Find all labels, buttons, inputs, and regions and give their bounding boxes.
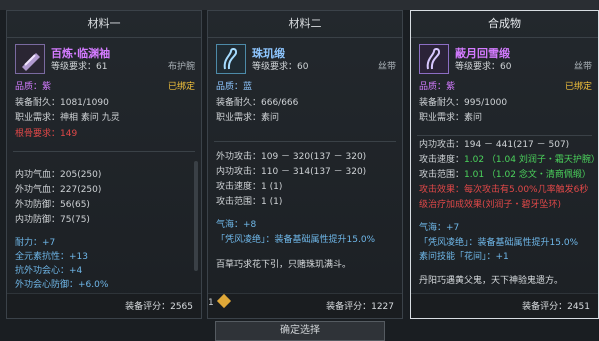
quality: 品质：紫 xyxy=(419,82,456,92)
quality: 品质：蓝 xyxy=(216,82,253,92)
stat-label: 外功防御： xyxy=(15,200,61,210)
item-meta: 等级要求：61 布护腕 xyxy=(51,61,195,73)
item-icon xyxy=(216,44,246,74)
material-one-panel: 材料一 百炼·临渊袖 等级要求：61 布护腕 品质：紫 已绑定 装备耐久：108… xyxy=(6,10,202,319)
scrollbar[interactable] xyxy=(194,161,198,271)
durability: 装备耐久：666/666 xyxy=(216,98,299,108)
stat-value: 75(75) xyxy=(60,215,90,225)
top-strip xyxy=(0,0,599,10)
bonus-stat: 气海：+7 xyxy=(419,223,460,233)
set-effect: 「凭风凌绝」：装备基础属性提升15.0% xyxy=(216,235,376,245)
item-icon xyxy=(419,44,449,74)
stat-row: 内功防御：75(75) xyxy=(15,214,195,226)
flavor-text: 百草巧求花下引，只赌珠玑满斗。 xyxy=(216,260,352,270)
bonus-stat: 抗外功会心：+4 xyxy=(15,266,83,276)
stat-label: 攻击速度： xyxy=(419,155,465,165)
root-requirement: 根骨要求：149 xyxy=(15,129,78,139)
stat-row: 攻击范围：1.01 （1.02 念文・清商佩缎） xyxy=(419,169,592,181)
panel-footer: 装备评分：2451 xyxy=(411,293,598,318)
item-meta: 等级要求：60 丝带 xyxy=(252,61,396,73)
bonus-stat: 外功会心防御：+6.0% xyxy=(15,280,109,290)
equipment-score: 装备评分：2451 xyxy=(522,302,590,312)
class-requirement: 职业需求：素问 xyxy=(216,113,280,123)
stat-label: 攻击速度： xyxy=(216,182,262,192)
item-name: 蔽月回雪缎 xyxy=(455,47,510,60)
stat-label: 攻击范围： xyxy=(216,197,262,207)
stat-row: 攻击范围：1 (1) xyxy=(216,196,396,208)
stat-row: 内功气血：205(250) xyxy=(15,169,195,181)
durability: 装备耐久：995/1000 xyxy=(419,98,508,108)
panel-title: 材料二 xyxy=(208,11,402,38)
stat-row: 攻击速度：1.02 （1.04 刘润子・霜天护腕） xyxy=(419,154,599,166)
confirm-selection-button[interactable]: 确定选择 xyxy=(215,321,385,341)
stat-label: 内功攻击： xyxy=(216,167,262,177)
bonus-stat: 气海：+8 xyxy=(216,220,257,230)
item-type: 丝带 xyxy=(573,62,592,72)
skill-bonus: 素问技能「花间」：+1 xyxy=(419,252,509,262)
ribbon-icon xyxy=(223,47,238,70)
bracer-icon xyxy=(22,53,40,71)
flavor-text: 丹阳巧遇黄父鬼，天下神验鬼遗方。 xyxy=(419,276,564,286)
stat-label: 内功防御： xyxy=(15,215,61,225)
durability: 装备耐久：1081/1090 xyxy=(15,98,109,108)
level-requirement: 等级要求：60 xyxy=(455,62,512,72)
stat-value: 227(250) xyxy=(60,185,102,195)
item-type: 丝带 xyxy=(377,62,396,72)
stat-label: 外功攻击： xyxy=(216,152,262,162)
bound-status: 已绑定 xyxy=(167,82,195,92)
quality-row: 品质：蓝 xyxy=(216,81,396,93)
stat-value: 1.02 （1.04 刘润子・霜天护腕） xyxy=(464,155,599,165)
attack-effect-detail: 级治疗加成效果(刘润子・碧牙坠环) xyxy=(419,200,562,210)
equipment-score: 装备评分：1227 xyxy=(326,302,394,312)
stat-value: 205(250) xyxy=(60,170,102,180)
item-type: 布护腕 xyxy=(167,62,195,72)
stat-value: 1 (1) xyxy=(261,197,283,207)
stat-row: 攻击速度：1 (1) xyxy=(216,181,396,193)
item-name: 百炼·临渊袖 xyxy=(51,47,111,60)
panel-footer: 装备评分：2565 xyxy=(7,293,201,318)
stat-value: 109 － 320(137 － 320) xyxy=(261,152,367,162)
stat-value: 1 (1) xyxy=(261,182,283,192)
stat-value: 1.01 （1.02 念文・清商佩缎） xyxy=(464,170,591,180)
item-icon xyxy=(15,44,45,74)
panel-title: 材料一 xyxy=(7,11,201,38)
panel-title: 合成物 xyxy=(411,11,598,38)
quality: 品质：紫 xyxy=(15,82,52,92)
divider xyxy=(13,151,195,152)
bonus-stat: 全元素抗性：+13 xyxy=(15,252,88,262)
panel-footer: 装备评分：1227 xyxy=(208,293,402,318)
stat-row: 外功气血：227(250) xyxy=(15,184,195,196)
quality-row: 品质：紫 已绑定 xyxy=(419,81,592,93)
stat-value: 56(65) xyxy=(60,200,90,210)
result-panel: 合成物 蔽月回雪缎 等级要求：60 丝带 品质：紫 已绑定 装备耐久：995/1… xyxy=(410,10,599,319)
stat-row: 外功防御：56(65) xyxy=(15,199,195,211)
stat-row: 内功攻击：110 － 314(137 － 320) xyxy=(216,166,396,178)
attack-effect: 攻击效果：每次攻击有5.00%几率触发6秒 xyxy=(419,185,589,195)
level-requirement: 等级要求：60 xyxy=(252,62,309,72)
item-meta: 等级要求：60 丝带 xyxy=(455,61,592,73)
level-requirement: 等级要求：61 xyxy=(51,62,108,72)
ribbon-icon xyxy=(426,47,441,70)
material-two-panel: 材料二 珠玑缎 等级要求：60 丝带 品质：蓝 装备耐久：666/666 职业需… xyxy=(207,10,403,319)
stat-label: 内功攻击： xyxy=(419,140,465,150)
item-count: 1 xyxy=(208,298,214,308)
class-requirement: 职业需求：神相 素问 九灵 xyxy=(15,113,120,123)
set-effect: 「凭风凌绝」：装备基础属性提升15.0% xyxy=(419,238,579,248)
bonus-stat: 耐力：+7 xyxy=(15,238,56,248)
divider xyxy=(214,141,396,142)
bound-status: 已绑定 xyxy=(564,82,592,92)
stat-label: 攻击范围： xyxy=(419,170,465,180)
stat-row: 外功攻击：109 － 320(137 － 320) xyxy=(216,151,396,163)
stat-value: 194 － 441(217 － 507) xyxy=(464,140,570,150)
stat-label: 内功气血： xyxy=(15,170,61,180)
equipment-score: 装备评分：2565 xyxy=(125,302,193,312)
quality-row: 品质：紫 已绑定 xyxy=(15,81,195,93)
stat-row: 内功攻击：194 － 441(217 － 507) xyxy=(419,139,592,151)
stat-label: 外功气血： xyxy=(15,185,61,195)
divider xyxy=(417,135,592,136)
item-name: 珠玑缎 xyxy=(252,47,285,60)
stat-value: 110 － 314(137 － 320) xyxy=(261,167,367,177)
class-requirement: 职业需求：素问 xyxy=(419,113,483,123)
